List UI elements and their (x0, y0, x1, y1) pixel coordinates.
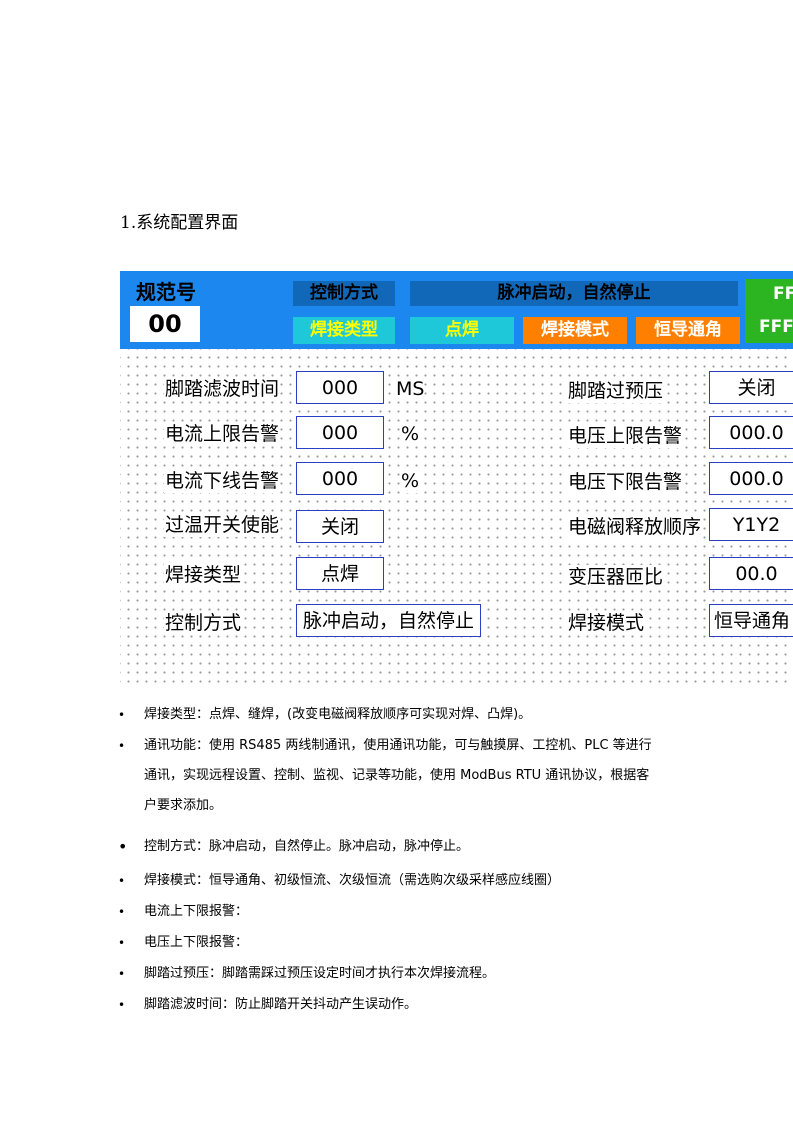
transformer-ratio-label: 变压器匝比 (567, 565, 665, 589)
status-indicator-top: FF (773, 284, 793, 304)
foot-prepress-label: 脚踏过预压 (567, 379, 665, 403)
list-item-text: 脚踏过预压：脚踏需踩过预压设定时间才执行本次焊接流程。 (144, 966, 496, 981)
status-indicator-bottom: FFF (759, 317, 793, 337)
list-item-text: 控制方式：脉冲启动，自然停止。脉冲启动，脉冲停止。 (144, 839, 470, 854)
weld-mode-header: 焊接模式 (523, 317, 627, 344)
voltage-upper-alarm-label: 电压上限告警 (567, 424, 684, 448)
overtemp-enable-label: 过温开关使能 (164, 513, 281, 537)
list-item-text: 通讯功能：使用 RS485 两线制通讯，使用通讯功能，可与触摸屏、工控机、PLC… (144, 738, 652, 753)
list-item-text: 焊接类型：点焊、缝焊，(改变电磁阀释放顺序可实现对焊、凸焊)。 (144, 707, 532, 722)
bullet-marker: • (118, 905, 126, 919)
bullet-marker: • (118, 708, 126, 722)
weld-type-select[interactable]: 点焊 (296, 557, 384, 590)
status-indicator: FF FFF (745, 279, 793, 343)
foot-prepress-select[interactable]: 关闭 (709, 371, 793, 404)
valve-release-order-select[interactable]: Y1Y2 (709, 508, 793, 541)
weld-type-status: 点焊 (410, 317, 514, 344)
foot-filter-time-unit: MS (396, 377, 425, 401)
bullet-marker: • (118, 967, 126, 981)
list-item-text: 焊接模式：恒导通角、初级恒流、次级恒流（需选购次级采样感应线圈） (144, 873, 561, 888)
control-mode-status: 脉冲启动，自然停止 (410, 281, 738, 306)
current-lower-alarm-unit: % (401, 469, 420, 493)
control-mode-header: 控制方式 (293, 281, 395, 306)
list-item-continuation: 通讯，实现远程设置、控制、监视、记录等功能，使用 ModBus RTU 通讯协议… (144, 768, 650, 783)
bullet-marker: • (118, 936, 126, 950)
section-title: 1.系统配置界面 (120, 213, 239, 233)
bullet-marker: • (118, 739, 126, 753)
top-bar: 规范号 00 控制方式 焊接类型 脉冲启动，自然停止 点焊 焊接模式 恒导通角 … (120, 271, 793, 349)
system-config-screenshot: 规范号 00 控制方式 焊接类型 脉冲启动，自然停止 点焊 焊接模式 恒导通角 … (120, 271, 793, 685)
current-upper-alarm-input[interactable]: 000 (296, 416, 384, 449)
transformer-ratio-input[interactable]: 00.0 (709, 557, 793, 590)
valve-release-order-label: 电磁阀释放顺序 (567, 515, 703, 539)
voltage-upper-alarm-input[interactable]: 000.0 (709, 416, 793, 449)
weld-type-header: 焊接类型 (293, 317, 395, 344)
spec-number-label: 规范号 (136, 280, 196, 304)
list-item-text: 电压上下限报警： (144, 935, 249, 950)
weld-mode-label: 焊接模式 (567, 611, 646, 635)
control-mode-select[interactable]: 脉冲启动，自然停止 (296, 604, 481, 637)
current-upper-alarm-label: 电流上限告警 (164, 422, 281, 446)
list-item-text: 电流上下限报警： (144, 904, 249, 919)
config-form: 脚踏滤波时间 000 MS 电流上限告警 000 % 电流下线告警 000 % … (120, 349, 793, 685)
foot-filter-time-input[interactable]: 000 (296, 371, 384, 404)
bullet-marker: • (118, 837, 128, 856)
list-item-text: 脚踏滤波时间：防止脚踏开关抖动产生误动作。 (144, 997, 418, 1012)
spec-number-value[interactable]: 00 (130, 306, 200, 342)
voltage-lower-alarm-label: 电压下限告警 (567, 470, 684, 494)
weld-mode-status: 恒导通角 (636, 317, 740, 344)
weld-type-label: 焊接类型 (164, 563, 243, 587)
foot-filter-time-label: 脚踏滤波时间 (164, 377, 281, 401)
overtemp-enable-select[interactable]: 关闭 (296, 510, 384, 543)
list-item-continuation: 户要求添加。 (144, 798, 223, 813)
control-mode-label: 控制方式 (164, 611, 243, 635)
current-lower-alarm-input[interactable]: 000 (296, 462, 384, 495)
weld-mode-select[interactable]: 恒导通角 (709, 604, 793, 637)
bullet-marker: • (118, 874, 126, 888)
bullet-marker: • (118, 998, 126, 1012)
current-upper-alarm-unit: % (401, 422, 420, 446)
voltage-lower-alarm-input[interactable]: 000.0 (709, 462, 793, 495)
current-lower-alarm-label: 电流下线告警 (164, 469, 281, 493)
